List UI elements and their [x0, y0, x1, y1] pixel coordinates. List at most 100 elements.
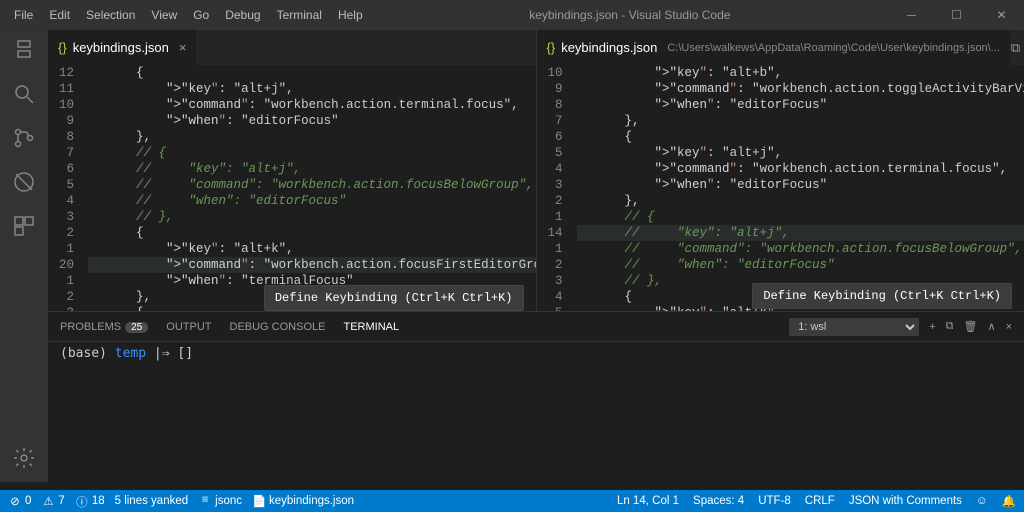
lang-icon: ≡: [198, 494, 212, 508]
warning-icon: ⚠: [41, 494, 55, 508]
json-icon: {}: [547, 40, 556, 55]
menu-selection[interactable]: Selection: [78, 0, 143, 30]
code-line[interactable]: // "key": "alt+j",: [88, 161, 536, 177]
code-line[interactable]: // {: [88, 145, 536, 161]
code-line[interactable]: ">"key": "alt+j",: [577, 145, 1024, 161]
code-area-left[interactable]: 121110987654321201234 { ">"key": "alt+j"…: [48, 65, 536, 311]
panel-area: PROBLEMS25 OUTPUT DEBUG CONSOLE TERMINAL…: [48, 312, 1024, 482]
close-icon[interactable]: ✕: [979, 0, 1024, 30]
status-message: 5 lines yanked: [115, 495, 189, 507]
editor-pane-left: {} keybindings.json × 121110987654321201…: [48, 30, 537, 311]
terminal-selector[interactable]: 1: wsl: [789, 318, 919, 336]
status-warnings[interactable]: ⚠7: [41, 494, 64, 508]
terminal-cwd: temp: [115, 346, 146, 361]
explorer-icon[interactable]: [12, 38, 36, 62]
code-line[interactable]: // {: [577, 209, 1024, 225]
status-filepath[interactable]: 📄keybindings.json: [252, 494, 354, 508]
line-numbers-right: 1098765432114123456: [537, 65, 577, 311]
maximize-icon[interactable]: ☐: [934, 0, 979, 30]
terminal-content[interactable]: (base) temp |⇒ []: [48, 342, 1024, 365]
menu-view[interactable]: View: [143, 0, 185, 30]
panel-actions: 1: wsl + ⧉ 🗑 ∧ ×: [789, 318, 1012, 336]
code-line[interactable]: ">"when": "editorFocus": [577, 177, 1024, 193]
settings-icon[interactable]: [12, 446, 36, 470]
tab-close-icon[interactable]: ×: [179, 40, 187, 55]
split-terminal-icon[interactable]: ⧉: [946, 320, 954, 333]
status-bell-icon[interactable]: 🔔: [1002, 494, 1016, 508]
compare-icon[interactable]: ⧉: [1011, 40, 1020, 56]
code-line[interactable]: },: [88, 129, 536, 145]
code-line[interactable]: ">"command": "workbench.action.terminal.…: [577, 161, 1024, 177]
menu-go[interactable]: Go: [185, 0, 217, 30]
window-controls: ─ ☐ ✕: [889, 0, 1024, 30]
panel-tab-terminal[interactable]: TERMINAL: [343, 321, 399, 333]
code-line[interactable]: // },: [88, 209, 536, 225]
kill-terminal-icon[interactable]: 🗑: [964, 320, 978, 333]
terminal-base: (base): [60, 346, 115, 361]
line-numbers-left: 121110987654321201234: [48, 65, 88, 311]
code-line[interactable]: ">"command": "workbench.action.terminal.…: [88, 97, 536, 113]
code-line[interactable]: ">"key": "alt+k",: [88, 241, 536, 257]
status-info[interactable]: ⓘ18: [75, 494, 105, 508]
status-feedback-icon[interactable]: ☺: [976, 494, 988, 508]
code-line[interactable]: // "key": "alt+j",: [577, 225, 1024, 241]
search-icon[interactable]: [12, 82, 36, 106]
main-area: {} keybindings.json × 121110987654321201…: [0, 30, 1024, 482]
terminal-prompt: |⇒: [146, 346, 177, 361]
title-bar: File Edit Selection View Go Debug Termin…: [0, 0, 1024, 30]
minimize-icon[interactable]: ─: [889, 0, 934, 30]
panel-tab-debug-console[interactable]: DEBUG CONSOLE: [230, 321, 326, 333]
status-spaces[interactable]: Spaces: 4: [693, 494, 744, 508]
code-area-right[interactable]: 1098765432114123456 ">"key": "alt+b", ">…: [537, 65, 1024, 311]
status-encoding[interactable]: UTF-8: [758, 494, 791, 508]
code-line[interactable]: ">"command": "workbench.action.focusFirs…: [88, 257, 536, 273]
menu-help[interactable]: Help: [330, 0, 371, 30]
status-errors[interactable]: ⊘0: [8, 494, 31, 508]
extensions-icon[interactable]: [12, 214, 36, 238]
code-line[interactable]: ">"key": "alt+j",: [88, 81, 536, 97]
code-line[interactable]: ">"command": "workbench.action.toggleAct…: [577, 81, 1024, 97]
status-filetype[interactable]: JSON with Comments: [849, 494, 962, 508]
menu-bar: File Edit Selection View Go Debug Termin…: [0, 0, 371, 30]
close-panel-icon[interactable]: ×: [1006, 321, 1012, 333]
code-line[interactable]: ">"key": "alt+b",: [577, 65, 1024, 81]
code-lines-left[interactable]: { ">"key": "alt+j", ">"command": "workbe…: [88, 65, 536, 311]
status-eol[interactable]: CRLF: [805, 494, 835, 508]
activity-bar: [0, 30, 48, 482]
menu-edit[interactable]: Edit: [41, 0, 78, 30]
editor-area: {} keybindings.json × 121110987654321201…: [48, 30, 1024, 482]
code-line[interactable]: // "command": "workbench.action.focusBel…: [88, 177, 536, 193]
status-cursor-pos[interactable]: Ln 14, Col 1: [617, 494, 679, 508]
code-lines-right[interactable]: ">"key": "alt+b", ">"command": "workbenc…: [577, 65, 1024, 311]
window-title: keybindings.json - Visual Studio Code: [371, 8, 889, 22]
new-terminal-icon[interactable]: +: [929, 321, 935, 333]
status-language[interactable]: ≡jsonc: [198, 494, 242, 508]
panel-tab-problems[interactable]: PROBLEMS25: [60, 321, 148, 333]
file-tab-right[interactable]: {} keybindings.json C:\Users\walkews\App…: [537, 30, 1011, 65]
code-line[interactable]: // "when": "editorFocus": [88, 193, 536, 209]
code-line[interactable]: },: [577, 113, 1024, 129]
code-line[interactable]: {: [88, 65, 536, 81]
code-line[interactable]: ">"when": "editorFocus": [577, 97, 1024, 113]
define-keybinding-button[interactable]: Define Keybinding (Ctrl+K Ctrl+K): [264, 285, 524, 311]
file-tab-left[interactable]: {} keybindings.json ×: [48, 30, 197, 65]
code-line[interactable]: ">"when": "editorFocus": [88, 113, 536, 129]
code-line[interactable]: {: [577, 129, 1024, 145]
tab-filename: keybindings.json: [561, 40, 657, 55]
code-line[interactable]: },: [577, 193, 1024, 209]
code-line[interactable]: // "command": "workbench.action.focusBel…: [577, 241, 1024, 257]
code-line[interactable]: {: [88, 225, 536, 241]
panel-tabs: PROBLEMS25 OUTPUT DEBUG CONSOLE TERMINAL…: [48, 312, 1024, 342]
menu-file[interactable]: File: [6, 0, 41, 30]
info-icon: ⓘ: [75, 494, 89, 508]
menu-terminal[interactable]: Terminal: [269, 0, 330, 30]
source-control-icon[interactable]: [12, 126, 36, 150]
define-keybinding-button[interactable]: Define Keybinding (Ctrl+K Ctrl+K): [752, 283, 1012, 309]
panel-tab-output[interactable]: OUTPUT: [166, 321, 211, 333]
file-icon: 📄: [252, 494, 266, 508]
code-line[interactable]: // "when": "editorFocus": [577, 257, 1024, 273]
json-icon: {}: [58, 40, 67, 55]
debug-icon[interactable]: [12, 170, 36, 194]
maximize-panel-icon[interactable]: ∧: [988, 320, 996, 333]
menu-debug[interactable]: Debug: [217, 0, 268, 30]
